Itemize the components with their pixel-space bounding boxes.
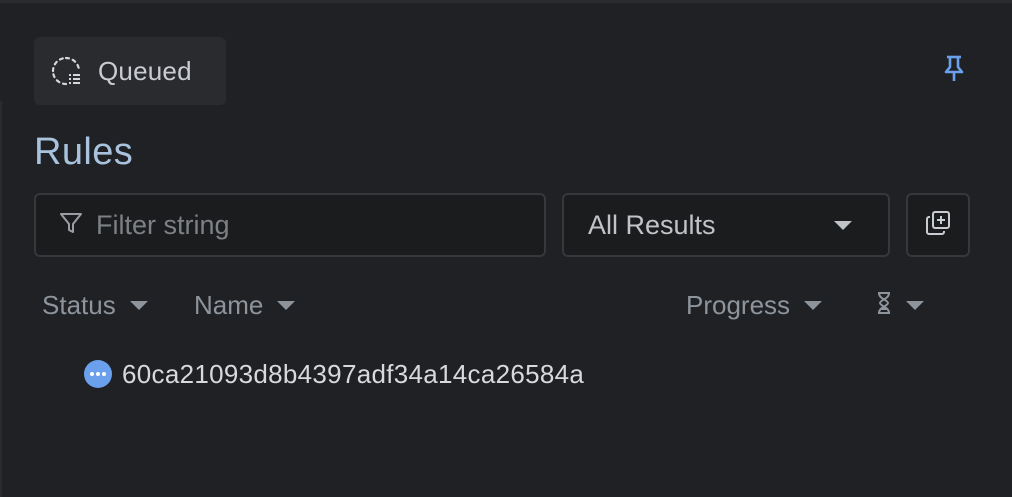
filter-input[interactable]: [96, 209, 516, 241]
copy-add-button[interactable]: [906, 193, 970, 257]
column-header-duration[interactable]: [876, 287, 924, 323]
pin-icon: [942, 55, 966, 88]
filter-icon: [58, 210, 84, 241]
column-label: Progress: [686, 289, 791, 320]
results-select-value: All Results: [588, 209, 716, 240]
queued-status-chip[interactable]: Queued: [34, 37, 226, 105]
panel-edge: [0, 101, 2, 497]
table-row[interactable]: 60ca21093d8b4397adf34a14ca26584a: [84, 355, 584, 393]
column-label: Name: [194, 289, 264, 320]
column-header-progress[interactable]: Progress: [686, 287, 823, 323]
rules-panel: Queued Rules All Results: [0, 0, 1012, 497]
column-header-status[interactable]: Status: [42, 287, 148, 323]
copy-add-icon: [924, 209, 952, 242]
column-header-name[interactable]: Name: [194, 287, 296, 323]
rule-name: 60ca21093d8b4397adf34a14ca26584a: [122, 358, 585, 389]
status-chip-label: Queued: [98, 55, 192, 86]
page-title: Rules: [34, 131, 134, 173]
hourglass-icon: [876, 291, 892, 320]
chevron-down-icon: [129, 300, 148, 310]
queued-status-icon: [84, 360, 112, 388]
chevron-down-icon: [834, 221, 852, 230]
queue-spinner-icon: [50, 55, 82, 87]
chevron-down-icon: [906, 300, 924, 310]
chevron-down-icon: [277, 300, 296, 310]
filter-field[interactable]: [34, 193, 546, 257]
column-label: Status: [42, 289, 116, 320]
results-select[interactable]: All Results: [562, 193, 890, 257]
chevron-down-icon: [804, 300, 823, 310]
pin-button[interactable]: [940, 55, 968, 87]
